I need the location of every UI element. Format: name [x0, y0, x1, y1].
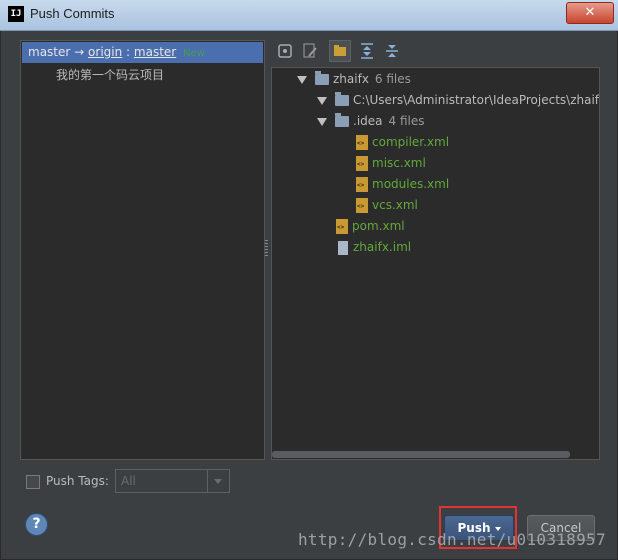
- chevron-down-icon: [207, 470, 229, 492]
- tree-file[interactable]: misc.xml: [356, 153, 426, 173]
- tree-file[interactable]: modules.xml: [356, 174, 449, 194]
- tree-node-root[interactable]: zhaifx 6 files: [297, 69, 411, 89]
- node-label: zhaifx: [333, 72, 369, 86]
- tree-file[interactable]: vcs.xml: [356, 195, 418, 215]
- node-label: C:\Users\Administrator\IdeaProjects\zhai…: [353, 93, 600, 107]
- node-count: 6 files: [374, 72, 411, 86]
- xml-file-icon: [356, 177, 368, 192]
- folder-icon: [335, 113, 349, 127]
- window-title: Push Commits: [30, 6, 115, 21]
- xml-file-icon: [336, 219, 348, 234]
- tree-file[interactable]: compiler.xml: [356, 132, 449, 152]
- expand-all-icon[interactable]: [356, 40, 378, 62]
- expand-arrow-icon[interactable]: [297, 75, 307, 84]
- new-badge: New: [183, 48, 205, 59]
- help-icon[interactable]: ?: [25, 513, 48, 536]
- module-folder-icon: [315, 71, 329, 85]
- file-name: modules.xml: [372, 177, 450, 191]
- tags-select-value: All: [121, 474, 136, 488]
- file-name: vcs.xml: [372, 198, 418, 212]
- collapse-all-icon[interactable]: [381, 40, 403, 62]
- splitter-handle[interactable]: [265, 240, 268, 256]
- tree-file[interactable]: zhaifx.iml: [338, 237, 411, 257]
- iml-file-icon: [338, 240, 348, 255]
- file-name: compiler.xml: [372, 135, 450, 149]
- local-branch: master: [28, 45, 71, 59]
- branch-row[interactable]: master → origin : master New: [22, 42, 263, 63]
- commits-list[interactable]: master → origin : master New 我的第一个码云项目: [20, 40, 265, 460]
- push-tags-label: Push Tags:: [46, 474, 109, 488]
- branch-separator: :: [126, 45, 131, 59]
- push-tags-checkbox[interactable]: [26, 475, 40, 489]
- tree-node-path-row[interactable]: C:\Users\Administrator\IdeaProjects\zhai…: [297, 90, 600, 110]
- watermark: http://blog.csdn.net/u010318957: [298, 530, 606, 549]
- xml-file-icon: [356, 156, 368, 171]
- commit-item[interactable]: 我的第一个码云项目: [56, 66, 164, 83]
- edit-source-icon[interactable]: [299, 40, 321, 62]
- tree-node-idea[interactable]: .idea 4 files: [317, 111, 425, 131]
- file-name: misc.xml: [372, 156, 426, 170]
- horizontal-scrollbar[interactable]: [272, 451, 570, 458]
- title-bar: IJ Push Commits ✕: [0, 0, 618, 31]
- group-by-directory-icon[interactable]: [329, 40, 351, 62]
- remote-link[interactable]: origin: [88, 45, 122, 59]
- node-count: 4 files: [388, 114, 425, 128]
- node-label: .idea: [353, 114, 383, 128]
- git-icon[interactable]: [274, 40, 296, 62]
- intellij-icon: IJ: [8, 6, 24, 22]
- arrow-icon: →: [74, 45, 85, 59]
- file-name: zhaifx.iml: [353, 240, 412, 254]
- expand-arrow-icon[interactable]: [317, 96, 327, 105]
- xml-file-icon: [356, 135, 368, 150]
- changes-tree[interactable]: zhaifx 6 files C:\Users\Administrator\Ide…: [271, 67, 600, 460]
- xml-file-icon: [356, 198, 368, 213]
- tree-file[interactable]: pom.xml: [336, 216, 405, 236]
- folder-icon: [335, 92, 349, 106]
- expand-arrow-icon[interactable]: [317, 117, 327, 126]
- close-button[interactable]: ✕: [566, 2, 614, 24]
- tags-select[interactable]: All: [115, 469, 230, 493]
- file-name: pom.xml: [352, 219, 405, 233]
- remote-branch-link[interactable]: master: [134, 45, 176, 59]
